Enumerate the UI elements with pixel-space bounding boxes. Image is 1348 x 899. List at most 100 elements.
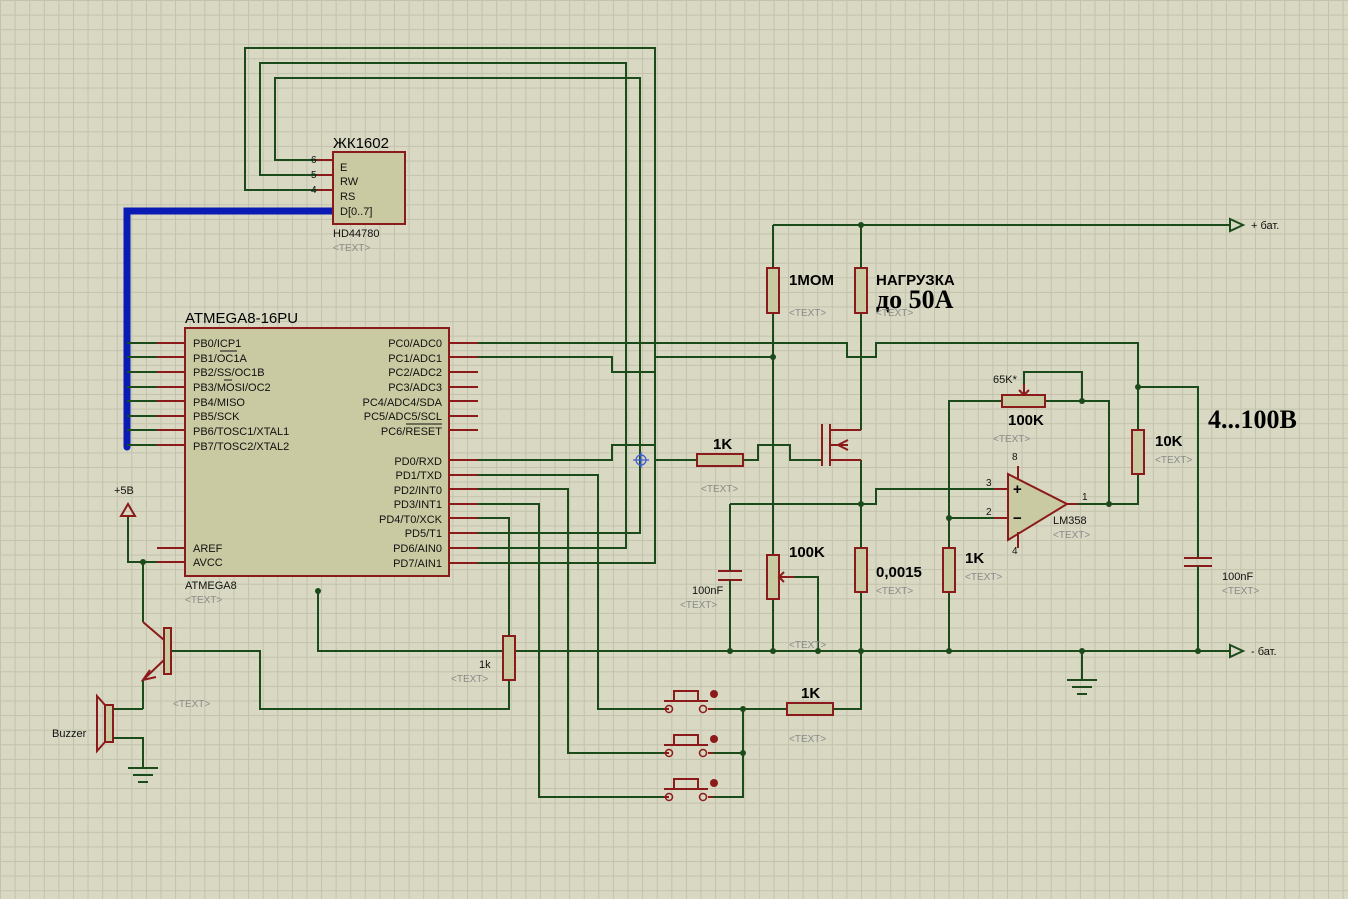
- push-button[interactable]: [664, 734, 718, 758]
- mcu-pin-label: PC2/ADC2: [388, 367, 442, 379]
- buzzer-label: Buzzer: [52, 728, 87, 740]
- mosfet[interactable]: [821, 424, 861, 466]
- resistor-10k[interactable]: 10K <TEXT>: [1131, 429, 1192, 475]
- schematic-canvas: ЖК1602 6 5 4 E RW RS D[0..7] HD44780 <TE…: [52, 47, 1297, 802]
- mcu-ref: ATMEGA8-16PU: [185, 310, 298, 327]
- mcu-part: ATMEGA8: [185, 580, 237, 592]
- shunt-label: 0,0015: [876, 564, 922, 581]
- mcu-pin-label: AREF: [193, 543, 223, 555]
- opamp-pin-num: 2: [986, 507, 992, 518]
- resistor-1k-opamp[interactable]: 1K <TEXT>: [942, 547, 1002, 593]
- text-placeholder: <TEXT>: [789, 640, 826, 651]
- opamp-lm358[interactable]: + − 3 2 1 8 4 LM358 <TEXT>: [986, 452, 1090, 557]
- text-placeholder: <TEXT>: [451, 674, 488, 685]
- push-button[interactable]: [664, 690, 718, 714]
- text-placeholder: <TEXT>: [965, 572, 1002, 583]
- text-placeholder: <TEXT>: [876, 308, 913, 319]
- bat-minus-label: - бат.: [1251, 646, 1277, 658]
- text-placeholder: <TEXT>: [789, 734, 826, 745]
- bat-minus-terminal[interactable]: - бат.: [1229, 643, 1277, 659]
- r-1k-gate-label: 1K: [713, 436, 732, 453]
- transistor[interactable]: <TEXT>: [140, 621, 210, 710]
- shunt-resistor[interactable]: 0,0015 <TEXT>: [854, 547, 922, 597]
- mcu-pin-label: PB1/OC1A: [193, 353, 247, 365]
- text-placeholder: <TEXT>: [173, 699, 210, 710]
- text-placeholder: <TEXT>: [1222, 586, 1259, 597]
- text-placeholder: <TEXT>: [680, 600, 717, 611]
- mcu-pin-label: PD3/INT1: [394, 499, 442, 511]
- text-placeholder: <TEXT>: [1155, 455, 1192, 466]
- mcu-chip[interactable]: ATMEGA8-16PU PB0/ICP1 PB1/OC1A PB2/SS/OC…: [157, 310, 478, 606]
- opamp-plus-sign: +: [1013, 481, 1022, 498]
- mcu-pin-label: AVCC: [193, 557, 223, 569]
- text-placeholder: <TEXT>: [1053, 530, 1090, 541]
- opamp-pin-num: 3: [986, 478, 992, 489]
- mcu-pin-label: PC3/ADC3: [388, 382, 442, 394]
- text-placeholder: <TEXT>: [789, 308, 826, 319]
- lcd-pin-num: 6: [311, 155, 317, 166]
- mcu-pin-label: PC0/ADC0: [388, 338, 442, 350]
- mcu-pin-label: PD5/T1: [405, 528, 442, 540]
- resistor-1k-base[interactable]: 1k <TEXT>: [451, 635, 516, 685]
- capacitor-100nf-left[interactable]: 100nF <TEXT>: [680, 566, 742, 611]
- lcd-pin-name: E: [340, 162, 347, 174]
- mcu-pin-label: PB2/SS/OC1B: [193, 367, 265, 379]
- capacitor-100nf-right[interactable]: 100nF <TEXT>: [1184, 557, 1259, 597]
- lcd-module[interactable]: ЖК1602 6 5 4 E RW RS D[0..7] HD44780 <TE…: [311, 135, 406, 254]
- mcu-pin-label: PC4/ADC4/SDA: [363, 397, 443, 409]
- bat-plus-label: + бат.: [1251, 220, 1279, 232]
- ground-symbol: [1067, 679, 1097, 695]
- text-placeholder: <TEXT>: [876, 586, 913, 597]
- mcu-pin-label: PB5/SCK: [193, 411, 240, 423]
- push-button[interactable]: [664, 778, 718, 802]
- mcu-pin-label: PC1/ADC1: [388, 353, 442, 365]
- text-placeholder: <TEXT>: [701, 484, 738, 495]
- lcd-part: HD44780: [333, 228, 379, 240]
- mcu-text-placeholder: <TEXT>: [185, 595, 222, 606]
- mcu-pin-label: PB4/MISO: [193, 397, 245, 409]
- vcc-label: +5B: [114, 485, 134, 497]
- r-1k-buttons-label: 1K: [801, 685, 820, 702]
- mcu-pin-label: PB7/TOSC2/XTAL2: [193, 441, 289, 453]
- lcd-pin-num: 5: [311, 170, 317, 181]
- mcu-pin-label: PC6/RESET: [381, 426, 442, 438]
- mcu-pin-label: PB0/ICP1: [193, 338, 241, 350]
- text-placeholder: <TEXT>: [993, 434, 1030, 445]
- lcd-pin-name: RS: [340, 191, 355, 203]
- lcd-text-placeholder: <TEXT>: [333, 243, 370, 254]
- mcu-pin-label: PB6/TOSC1/XTAL1: [193, 426, 289, 438]
- buzzer[interactable]: Buzzer: [52, 693, 114, 754]
- mcu-pin-label: PD7/AIN1: [393, 558, 442, 570]
- crosshair-icon: [633, 452, 649, 468]
- lcd-ref: ЖК1602: [333, 135, 389, 152]
- r-65k-star-label: 65K*: [993, 374, 1018, 386]
- mcu-pin-label: PC5/ADC5/SCL: [364, 411, 442, 423]
- bat-plus-terminal[interactable]: + бат.: [1229, 217, 1279, 233]
- lcd-pin-num: 4: [311, 185, 317, 196]
- mcu-pin-label: PD4/T0/XCK: [379, 514, 443, 526]
- c-100nf-left-label: 100nF: [692, 585, 723, 597]
- pot-100k-top-label: 100K: [1008, 412, 1044, 429]
- mcu-pin-label: PD0/RXD: [394, 456, 442, 468]
- voltage-range-label: 4...100B: [1208, 405, 1297, 434]
- r-1k-opamp-label: 1K: [965, 550, 984, 567]
- ground-symbol: [128, 767, 158, 783]
- r-1mom-label: 1MOM: [789, 272, 834, 289]
- load-resistor[interactable]: НАГРУЗКА до 50А <TEXT>: [854, 267, 955, 319]
- r-10k-label: 10K: [1155, 433, 1183, 450]
- lcd-pin-name: D[0..7]: [340, 206, 372, 218]
- opamp-pin-num: 4: [1012, 546, 1018, 557]
- resistor-1k-buttons[interactable]: 1K <TEXT>: [786, 685, 834, 745]
- r-1k-base-label: 1k: [479, 659, 491, 671]
- pot-100k-mid-label: 100K: [789, 544, 825, 561]
- opamp-pin-num: 8: [1012, 452, 1018, 463]
- potentiometer-100k-top[interactable]: 65K* 100K <TEXT>: [993, 374, 1046, 445]
- resistor-1k-gate[interactable]: 1K <TEXT>: [696, 436, 744, 495]
- opamp-minus-sign: −: [1013, 510, 1022, 527]
- opamp-pin-num: 1: [1082, 492, 1088, 503]
- vcc-terminal[interactable]: +5B: [114, 485, 137, 517]
- mcu-pin-label: PD1/TXD: [396, 470, 443, 482]
- opamp-label: LM358: [1053, 515, 1087, 527]
- mcu-pin-label: PB3/MOSI/OC2: [193, 382, 271, 394]
- resistor-1mom[interactable]: 1MOM <TEXT>: [766, 267, 834, 319]
